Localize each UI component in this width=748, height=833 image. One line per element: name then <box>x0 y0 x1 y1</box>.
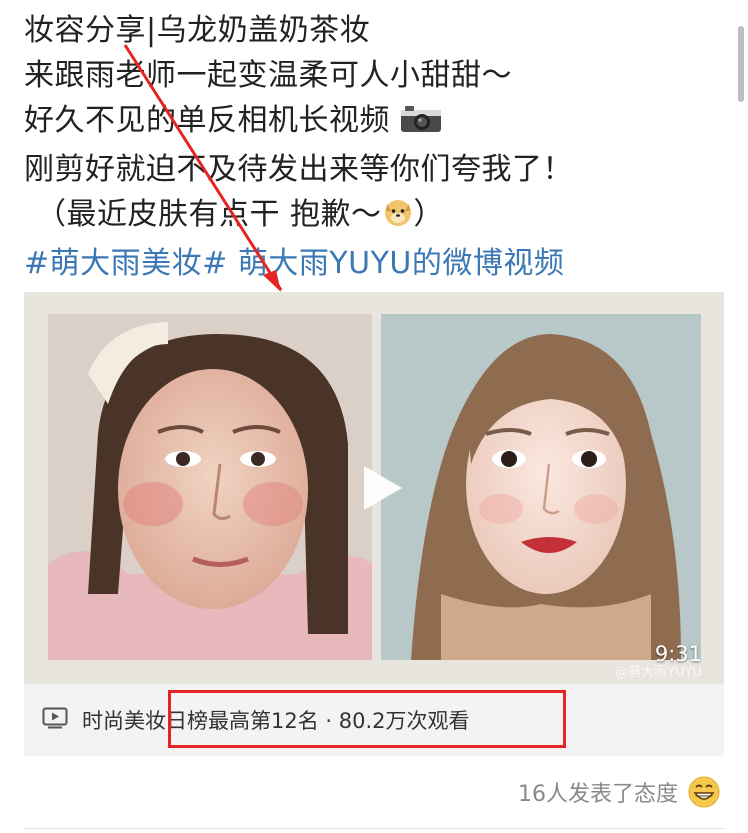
video-watermark: @萌大雨YUYU <box>615 665 702 680</box>
post-text-2: 来跟雨老师一起变温柔可人小甜甜～ <box>24 58 512 93</box>
divider <box>24 828 724 829</box>
post-text-4: 刚剪好就迫不及待发出来等你们夸我了！ <box>24 152 573 187</box>
post-line-6: #萌大雨美妆# 萌大雨YUYU的微博视频 <box>24 241 724 286</box>
post-text-5-end: ） <box>413 197 445 232</box>
post-text: 妆容分享|乌龙奶盖奶茶妆 来跟雨老师一起变温柔可人小甜甜～ 好久不见的单反相机长… <box>24 8 724 286</box>
play-button[interactable] <box>352 460 408 516</box>
hashtag-link[interactable]: #萌大雨美妆# <box>24 246 228 281</box>
post-line-2: 来跟雨老师一起变温柔可人小甜甜～ <box>24 53 724 98</box>
stats-highlight-box <box>168 690 566 748</box>
post-text-5: （最近皮肤有点干 抱歉～ <box>36 197 382 232</box>
before-makeup-photo <box>48 314 372 660</box>
post-text-3: 好久不见的单反相机长视频 <box>24 103 390 138</box>
after-makeup-photo <box>381 314 701 660</box>
grin-emoji-icon <box>688 776 720 808</box>
post-line-5: （最近皮肤有点干 抱歉～ ） <box>24 192 724 241</box>
scrollbar[interactable] <box>738 26 744 102</box>
video-link[interactable]: 萌大雨YUYU的微博视频 <box>228 246 565 281</box>
camera-emoji-icon <box>400 102 442 147</box>
post-line-4: 刚剪好就迫不及待发出来等你们夸我了！ <box>24 147 724 192</box>
reactions-summary[interactable]: 16人发表了态度 <box>518 776 720 808</box>
video-icon <box>42 707 82 733</box>
post-line-3: 好久不见的单反相机长视频 <box>24 98 724 147</box>
post-line-1: 妆容分享|乌龙奶盖奶茶妆 <box>24 8 724 53</box>
doge-emoji-icon <box>382 196 414 241</box>
post-title: 妆容分享|乌龙奶盖奶茶妆 <box>24 13 371 48</box>
reactions-count-text: 16人发表了态度 <box>518 782 678 807</box>
video-player[interactable]: 9:31 @萌大雨YUYU <box>24 292 724 684</box>
